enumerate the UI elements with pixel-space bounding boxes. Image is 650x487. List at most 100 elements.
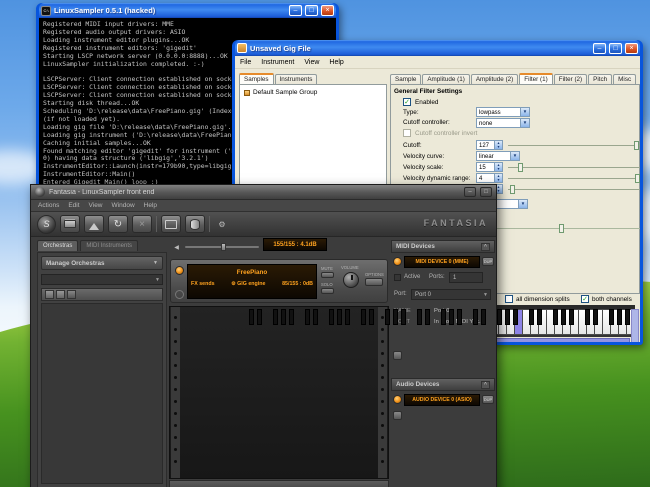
piano-key-black[interactable] [617, 309, 622, 325]
piano-key-black[interactable] [273, 309, 278, 325]
menu-item-2[interactable]: View [89, 202, 103, 209]
type-select[interactable]: lowpass ▼ [476, 107, 530, 117]
audio-devices-header[interactable]: Audio Devices ^ [391, 378, 495, 391]
edit-orchestra-button[interactable] [56, 290, 65, 299]
master-volume-handle[interactable] [221, 243, 226, 251]
mute-button[interactable] [321, 272, 334, 278]
left-panel-tab-0[interactable]: Orchestras [37, 240, 78, 251]
spin-arrows[interactable]: ▴▾ [494, 174, 502, 182]
cutoff-controller-select[interactable]: none ▼ [476, 118, 530, 128]
open-session-button[interactable] [60, 215, 80, 233]
velocity-scale-spinbox[interactable]: 15 ▴▾ [476, 162, 503, 172]
piano-key-black[interactable] [385, 309, 390, 325]
piano-key-black[interactable] [625, 309, 630, 325]
midi-keyboard-button[interactable] [161, 215, 181, 233]
linuxsampler-logo-button[interactable]: S [37, 215, 56, 234]
midi-device-power-led[interactable] [393, 257, 402, 266]
piano-key-black[interactable] [313, 309, 318, 325]
orchestra-list[interactable] [41, 303, 163, 484]
left-panel-tab-1[interactable]: MIDI Instruments [80, 240, 138, 251]
audio-dup-button[interactable]: DUP [482, 395, 494, 404]
audio-expander-button[interactable] [393, 411, 402, 420]
piano-key-black[interactable] [425, 309, 430, 325]
menu-item-4[interactable]: Help [144, 202, 157, 209]
channels-bottom-bar[interactable] [169, 480, 389, 487]
delete-orchestra-button[interactable] [67, 290, 76, 299]
piano-key-black[interactable] [593, 309, 598, 325]
options-button[interactable] [365, 278, 383, 286]
fantasia-titlebar[interactable]: Fantasia - LinuxSampler front end – □ [31, 185, 496, 200]
midi-devices-header[interactable]: MIDI Devices ^ [391, 240, 495, 253]
reset-sampler-button[interactable]: × [132, 215, 152, 233]
orchestra-select[interactable]: ▼ [41, 274, 163, 285]
solo-button[interactable] [321, 288, 334, 294]
sample-group-label[interactable]: Default Sample Group [253, 89, 317, 96]
piano-key-black[interactable] [553, 309, 558, 325]
resonance-slider[interactable] [508, 185, 640, 194]
channel-power-led[interactable] [175, 266, 184, 275]
midi-port-select[interactable]: Port 0 ▼ [411, 289, 491, 300]
export-session-button[interactable] [84, 215, 104, 233]
keyboard-scrollbar[interactable] [631, 309, 639, 342]
piano-key-black[interactable] [497, 309, 502, 325]
minimize-button[interactable]: – [289, 5, 302, 16]
instruments-db-button[interactable] [185, 215, 205, 233]
menu-item-2[interactable]: View [304, 59, 319, 66]
volume-knob[interactable] [343, 272, 359, 288]
audio-device-power-led[interactable] [393, 395, 402, 404]
piano-key-black[interactable] [569, 309, 574, 325]
piano-key-black[interactable] [289, 309, 294, 325]
refresh-button[interactable]: ↻ [108, 215, 128, 233]
piano-key-black[interactable] [361, 309, 366, 325]
menu-item-1[interactable]: Edit [68, 202, 79, 209]
cutoff-slider[interactable] [508, 141, 640, 150]
sampler-channel[interactable]: FreePiano FX sends ⚙ GIG engine 85/155 :… [170, 259, 388, 303]
piano-key-black[interactable] [505, 309, 510, 325]
piano-key-black[interactable] [449, 309, 454, 325]
channels-back-icon[interactable]: ◀ [171, 240, 182, 254]
maximize-button[interactable]: □ [609, 43, 622, 54]
manage-orchestras-bar[interactable]: Manage Orchestras ▼ [41, 256, 163, 270]
menu-item-0[interactable]: Actions [38, 202, 59, 209]
piano-key-black[interactable] [401, 309, 406, 325]
maximize-button[interactable]: □ [480, 187, 492, 197]
all-splits-checkbox[interactable] [505, 295, 513, 303]
minimize-button[interactable]: – [593, 43, 606, 54]
midi-active-checkbox[interactable] [394, 274, 401, 281]
preferences-icon[interactable]: ⚙ [214, 217, 230, 231]
spin-arrows[interactable]: ▴▾ [494, 163, 502, 171]
piano-key-black[interactable] [281, 309, 286, 325]
close-button[interactable]: × [625, 43, 638, 54]
menu-item-1[interactable]: Instrument [261, 59, 294, 66]
fx-sends-button[interactable]: FX sends [191, 281, 215, 287]
piano-key-black[interactable] [369, 309, 374, 325]
collapse-icon[interactable]: ^ [481, 243, 490, 251]
close-button[interactable]: × [321, 5, 334, 16]
piano-key-black[interactable] [441, 309, 446, 325]
piano-key-black[interactable] [417, 309, 422, 325]
midi-expander-button[interactable] [393, 351, 402, 360]
maximize-button[interactable]: □ [305, 5, 318, 16]
velocity-curve-select[interactable]: linear ▼ [476, 151, 520, 161]
piano-key-black[interactable] [561, 309, 566, 325]
engine-label[interactable]: ⚙ GIG engine [231, 281, 265, 287]
spin-arrows[interactable]: ▴▾ [494, 141, 502, 149]
piano-key-black[interactable] [473, 309, 478, 325]
velocity-dynamic-spinbox[interactable]: 4 ▴▾ [476, 173, 503, 183]
piano-key-black[interactable] [337, 309, 342, 325]
velocity-dynamic-slider[interactable] [508, 174, 640, 183]
minimize-button[interactable]: – [464, 187, 476, 197]
piano-key-black[interactable] [457, 309, 462, 325]
enabled-checkbox[interactable]: ✓ [403, 98, 411, 106]
piano-key-black[interactable] [481, 309, 486, 325]
velocity-scale-slider[interactable] [508, 163, 640, 172]
menu-item-0[interactable]: File [240, 59, 251, 66]
piano-key-black[interactable] [609, 309, 614, 325]
piano-key-black[interactable] [257, 309, 262, 325]
gigedit-titlebar[interactable]: Unsaved Gig File – □ × [235, 40, 640, 56]
midi-ports-spinner[interactable]: 1 [449, 272, 483, 283]
master-volume-slider[interactable] [185, 246, 259, 248]
piano-key-black[interactable] [585, 309, 590, 325]
add-orchestra-button[interactable] [45, 290, 54, 299]
piano-key-black[interactable] [537, 309, 542, 325]
